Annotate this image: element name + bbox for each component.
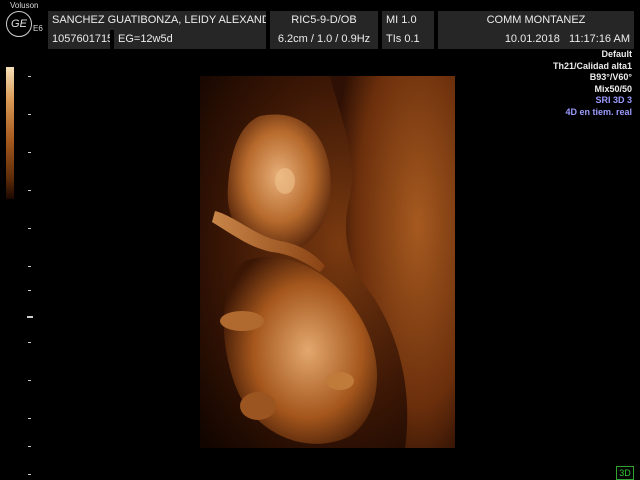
depth-tick [28,266,31,267]
mi-index: MI 1.0 [382,11,434,30]
header-bar: Voluson GE E6 SANCHEZ GUATIBONZA, LEIDY … [0,0,640,49]
depth-tick [28,342,31,343]
depth-tick [28,380,31,381]
quality-label: Th21/Calidad alta1 [552,60,632,71]
mode-label: 4D en tiem. real [565,106,632,117]
grayscale-map-bar [6,67,14,199]
depth-tick [28,114,31,115]
depth-tick [28,418,31,419]
fetal-3d-rendering [200,76,455,448]
3d-mode-icon[interactable]: 3D [616,466,634,480]
depth-tick-major [27,316,33,318]
brand-model: E6 [33,24,43,33]
exam-date: 10.01.2018 [504,33,560,45]
ge-logo-icon: GE [6,11,32,37]
patient-name: SANCHEZ GUATIBONZA, LEIDY ALEXAND [48,11,266,30]
patient-id: 1057601715 [48,30,110,49]
depth-tick [28,446,31,447]
probe-params: 6.2cm / 1.0 / 0.9Hz [270,30,378,49]
brand-voluson: Voluson [10,1,39,10]
exam-time: 11:17:16 AM [569,33,630,45]
depth-tick [28,228,31,229]
settings-panel: Default Th21/Calidad alta1 B93°/V60° Mix… [553,49,632,118]
depth-tick [28,474,31,475]
tis-index: TIs 0.1 [382,30,434,49]
mix-label: Mix50/50 [594,83,632,94]
exam-datetime: 10.01.2018 11:17:16 AM [438,30,634,49]
sri-label: SRI 3D 3 [595,95,632,105]
depth-tick [28,152,31,153]
depth-tick [28,290,31,291]
fetal-arm [220,311,264,331]
angles-label: B93°/V60° [589,72,632,82]
gestational-age: EG=12w5d [114,30,266,49]
3d-render-view[interactable] [200,76,455,448]
fetal-leg [240,392,276,420]
fetal-foot [326,372,354,390]
depth-tick [28,190,31,191]
depth-tick [28,76,31,77]
preset-label: Default [601,49,632,59]
fetal-face-highlight [275,168,295,194]
operator-name: COMM MONTANEZ [438,11,634,30]
probe-name: RIC5-9-D/OB [270,11,378,30]
